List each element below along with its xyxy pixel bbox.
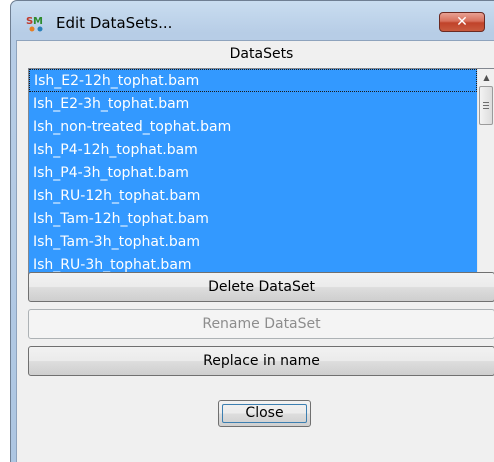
list-item[interactable]: Ish_E2-12h_tophat.bam	[29, 69, 477, 92]
focus-ring	[222, 404, 307, 423]
list-item[interactable]: Ish_E2-3h_tophat.bam	[29, 92, 477, 115]
scroll-thumb[interactable]	[479, 86, 493, 125]
list-item[interactable]: Ish_P4-12h_tophat.bam	[29, 138, 477, 161]
list-item[interactable]: Ish_Tam-3h_tophat.bam	[29, 230, 477, 253]
thumb-grip-line	[483, 102, 489, 103]
replace-in-name-button[interactable]: Replace in name	[28, 346, 494, 376]
title-bar[interactable]: S M Edit DataSets... ✕	[11, 1, 494, 41]
datasets-listbox[interactable]: Ish_E2-12h_tophat.bam Ish_E2-3h_tophat.b…	[28, 68, 494, 288]
datasets-list-header: DataSets	[229, 46, 294, 62]
close-button[interactable]: Close	[218, 400, 311, 427]
list-item[interactable]: Ish_Tam-12h_tophat.bam	[29, 207, 477, 230]
app-icon: S M	[26, 16, 43, 32]
scroll-up-icon[interactable]: ▲	[478, 69, 494, 86]
svg-text:M: M	[33, 16, 43, 27]
datasets-list-items: Ish_E2-12h_tophat.bam Ish_E2-3h_tophat.b…	[29, 69, 477, 287]
delete-dataset-button[interactable]: Delete DataSet	[28, 272, 494, 302]
thumb-grip-line	[483, 105, 489, 106]
dialog-body: DataSets Ish_E2-12h_tophat.bam Ish_E2-3h…	[16, 40, 494, 462]
window-title: Edit DataSets...	[56, 14, 173, 32]
rename-dataset-button[interactable]: Rename DataSet	[28, 309, 494, 339]
list-item[interactable]: Ish_non-treated_tophat.bam	[29, 115, 477, 138]
thumb-grip-line	[483, 108, 489, 109]
edit-datasets-window: S M Edit DataSets... ✕ DataSets Ish_E2-1…	[10, 0, 494, 462]
list-item[interactable]: Ish_RU-12h_tophat.bam	[29, 184, 477, 207]
close-icon: ✕	[456, 14, 468, 30]
list-item[interactable]: Ish_P4-3h_tophat.bam	[29, 161, 477, 184]
window-close-button[interactable]: ✕	[439, 12, 485, 32]
list-scrollbar[interactable]: ▲ ▼	[477, 69, 494, 287]
